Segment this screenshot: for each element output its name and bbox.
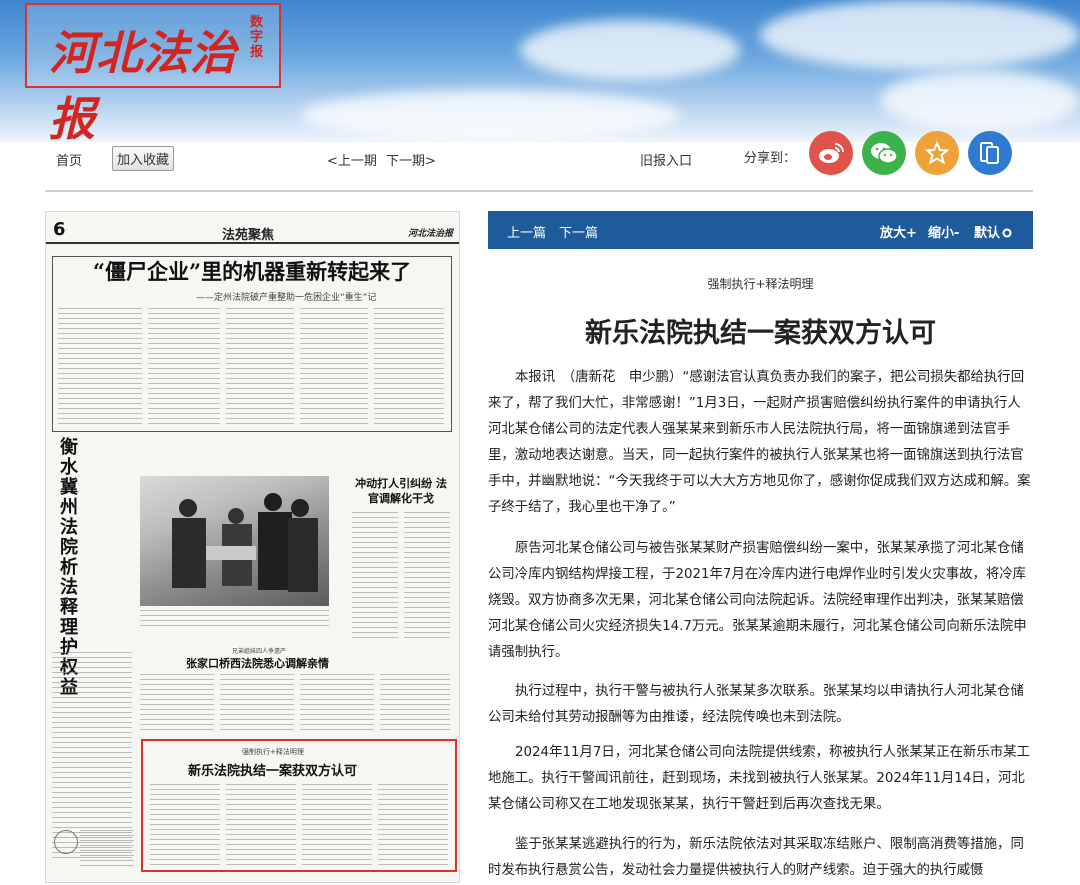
- article-paragraph-5: 鉴于张某某逃避执行的行为，新乐法院依法对其采取冻结账户、限制高消费等措施，同时发…: [488, 837, 1024, 878]
- share-qzone-button[interactable]: [915, 131, 959, 175]
- next-article-link[interactable]: 下一篇: [559, 222, 598, 241]
- article-paragraph-3: 执行过程中，执行干警与被执行人张某某多次联系。张某某均以申请执行人河北某仓储公司…: [488, 684, 1024, 725]
- nav-divider: [45, 190, 1033, 192]
- story-1-text: [374, 308, 444, 424]
- story-4-text: [300, 674, 374, 732]
- cloud-decoration: [520, 20, 740, 80]
- share-weibo-button[interactable]: [809, 131, 853, 175]
- story-5-text: [302, 784, 372, 866]
- story-5-text: [378, 784, 448, 866]
- masthead-title: 河北法治报: [49, 26, 237, 142]
- masthead-banner: 河北法治报 数字报: [0, 0, 1080, 142]
- story-4-headline[interactable]: 张家口桥西法院悉心调解亲情: [186, 655, 329, 671]
- share-label: 分享到：: [744, 151, 797, 166]
- mobile-icon: [980, 142, 999, 164]
- emblem-icon: [54, 830, 78, 854]
- story-5-kicker: 强制执行+释法明理: [242, 748, 304, 756]
- story-4-text: [220, 674, 294, 732]
- archive-link[interactable]: 旧报入口: [640, 150, 692, 169]
- article-paragraph-2: 原告河北某仓储公司与被告张某某财产损害赔偿纠纷一案中，张某某承揽了河北某仓储公司…: [488, 541, 1027, 660]
- page-masthead-logo: 河北法治报: [408, 229, 454, 239]
- story-5-text: [226, 784, 296, 866]
- story-1-text: [226, 308, 294, 424]
- page-section-title: 法苑聚焦: [222, 228, 275, 243]
- masthead-logo[interactable]: 河北法治报 数字报: [25, 3, 281, 142]
- next-issue-link[interactable]: 下一期>: [386, 150, 436, 169]
- share-wechat-button[interactable]: [862, 131, 906, 175]
- story-5-headline[interactable]: 新乐法院执结一案获双方认可: [188, 760, 357, 779]
- photo-caption: [140, 610, 329, 626]
- share-mobile-button[interactable]: [968, 131, 1012, 175]
- story-1-text: [58, 308, 142, 424]
- weibo-icon: [819, 143, 844, 163]
- story-1-text: [300, 308, 368, 424]
- article-paragraph-4: 2024年11月7日，河北某仓储公司向法院提供线索，称被执行人张某某正在新乐市某…: [488, 745, 1030, 812]
- page-header: 6 法苑聚焦 河北法治报: [46, 212, 459, 244]
- story-3-text: [352, 512, 398, 642]
- story-4-kicker: 兄弟姐妹四人争遗产: [232, 648, 287, 655]
- article-toolbar: 上一篇 下一篇 放大+ 缩小- 默认: [488, 211, 1033, 249]
- star-icon: [925, 141, 949, 165]
- story-3-headline[interactable]: 冲动打人引纠纷 法官调解化干戈: [352, 476, 450, 506]
- cloud-decoration: [300, 90, 680, 140]
- article-paragraph-1: 本报讯 （唐新花 申少鹏）“感谢法官认真负责办我们的案子，把公司损失都给执行回来…: [488, 370, 1031, 515]
- footer-info-text: [80, 830, 134, 870]
- wechat-icon: [871, 143, 898, 164]
- cloud-decoration: [880, 70, 1080, 130]
- story-1-headline[interactable]: “僵尸企业”里的机器重新转起来了: [54, 256, 450, 286]
- prev-article-link[interactable]: 上一篇: [507, 222, 546, 241]
- add-favorite-button[interactable]: 加入收藏: [112, 146, 175, 171]
- people-photo-icon: [172, 493, 318, 592]
- newspaper-page-thumbnail[interactable]: 6 法苑聚焦 河北法治报 “僵尸企业”里的机器重新转起来了 ——定州法院破产重整…: [45, 211, 460, 883]
- story-5-text: [150, 784, 220, 866]
- prev-issue-link[interactable]: <上一期: [327, 150, 377, 169]
- article-title: 新乐法院执结一案获双方认可: [585, 318, 936, 349]
- zoom-out-button[interactable]: 缩小-: [928, 222, 959, 241]
- default-size-button[interactable]: 默认: [974, 222, 1012, 241]
- nav-home-link[interactable]: 首页: [56, 150, 82, 169]
- masthead-subtitle: 数字报: [250, 15, 264, 60]
- story-1-subheadline: ——定州法院破产重整助一危困企业“重生”记: [196, 293, 377, 303]
- news-photo[interactable]: [140, 476, 329, 606]
- story-1-text: [148, 308, 220, 424]
- reset-circle-icon: [1002, 228, 1012, 238]
- article-kicker: 强制执行+释法明理: [707, 277, 814, 291]
- zoom-in-button[interactable]: 放大+: [880, 222, 917, 241]
- story-3-text: [404, 512, 450, 642]
- page-number: 6: [53, 219, 66, 240]
- story-4-text: [140, 674, 214, 732]
- story-4-text: [380, 674, 450, 732]
- cloud-decoration: [760, 0, 1080, 70]
- default-size-label: 默认: [974, 226, 1001, 241]
